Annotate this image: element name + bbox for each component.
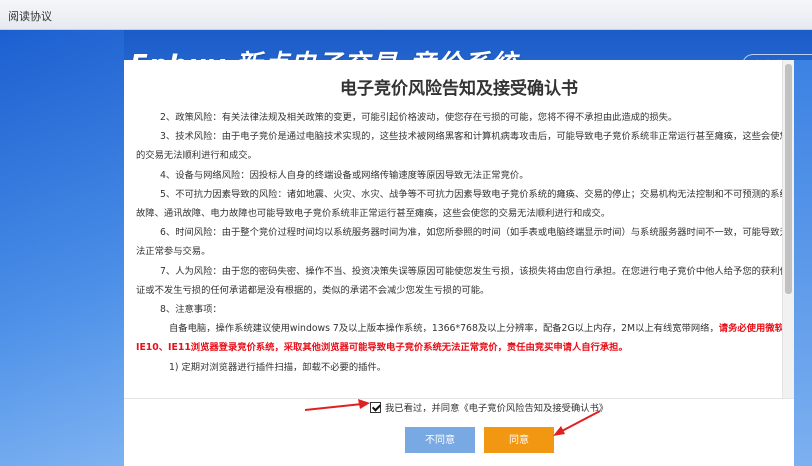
agree-label[interactable]: 我已看过，并同意《电子竞价风险告知及接受确认书》 bbox=[385, 400, 608, 414]
agree-button[interactable]: 同意 bbox=[484, 427, 554, 453]
left-decoration bbox=[0, 30, 124, 466]
agree-checkbox[interactable] bbox=[370, 401, 381, 413]
tab-read-agreement[interactable]: 阅读协议 bbox=[8, 8, 52, 24]
tab-bar: 阅读协议 bbox=[0, 0, 812, 30]
clause-4: 4、设备与网络风险：因投标人自身的终端设备或网络传输速度等原因导致无法正常竞价。 bbox=[160, 169, 529, 181]
clause-8: 8、注意事项： bbox=[160, 304, 222, 316]
agreement-content[interactable]: 2、政策风险：有关法律法规及相关政策的变更，可能引起价格波动，使您存在亏损的可能… bbox=[136, 108, 796, 398]
disagree-button[interactable]: 不同意 bbox=[405, 427, 475, 453]
notice-normal: 自备电脑，操作系统建议使用windows 7及以上版本操作系统，1366*768… bbox=[169, 323, 719, 335]
notice-text: 自备电脑，操作系统建议使用windows 7及以上版本操作系统，1366*768… bbox=[136, 319, 796, 357]
agree-row: 我已看过，并同意《电子竞价风险告知及接受确认书》 bbox=[370, 399, 608, 415]
right-decoration bbox=[794, 60, 812, 466]
clause-6: 6、时间风险：由于整个竞价过程时间均以系统服务器时间为准，如您所参照的时间（如手… bbox=[136, 227, 789, 258]
clause-7: 7、人为风险：由于您的密码失密、操作不当、投资决策失误等原因可能使您发生亏损，该… bbox=[136, 265, 789, 296]
notice-item-1: 1) 定期对浏览器进行插件扫描，卸载不必要的插件。 bbox=[169, 361, 387, 373]
content-scrollbar[interactable] bbox=[782, 60, 794, 398]
clause-5: 5、不可抗力因素导致的风险：诸如地震、火灾、水灾、战争等不可抗力因素导致电子竞价… bbox=[136, 188, 789, 220]
clause-3: 3、技术风险：由于电子竞价是通过电脑技术实现的，这些技术被网络黑客和计算机病毒攻… bbox=[136, 131, 789, 162]
agreement-modal: 电子竞价风险告知及接受确认书 2、政策风险：有关法律法规及相关政策的变更，可能引… bbox=[124, 60, 794, 466]
clause-2: 2、政策风险：有关法律法规及相关政策的变更，可能引起价格波动，使您存在亏损的可能… bbox=[160, 112, 678, 123]
scroll-thumb[interactable] bbox=[785, 64, 792, 294]
modal-title: 电子竞价风险告知及接受确认书 bbox=[340, 79, 578, 99]
